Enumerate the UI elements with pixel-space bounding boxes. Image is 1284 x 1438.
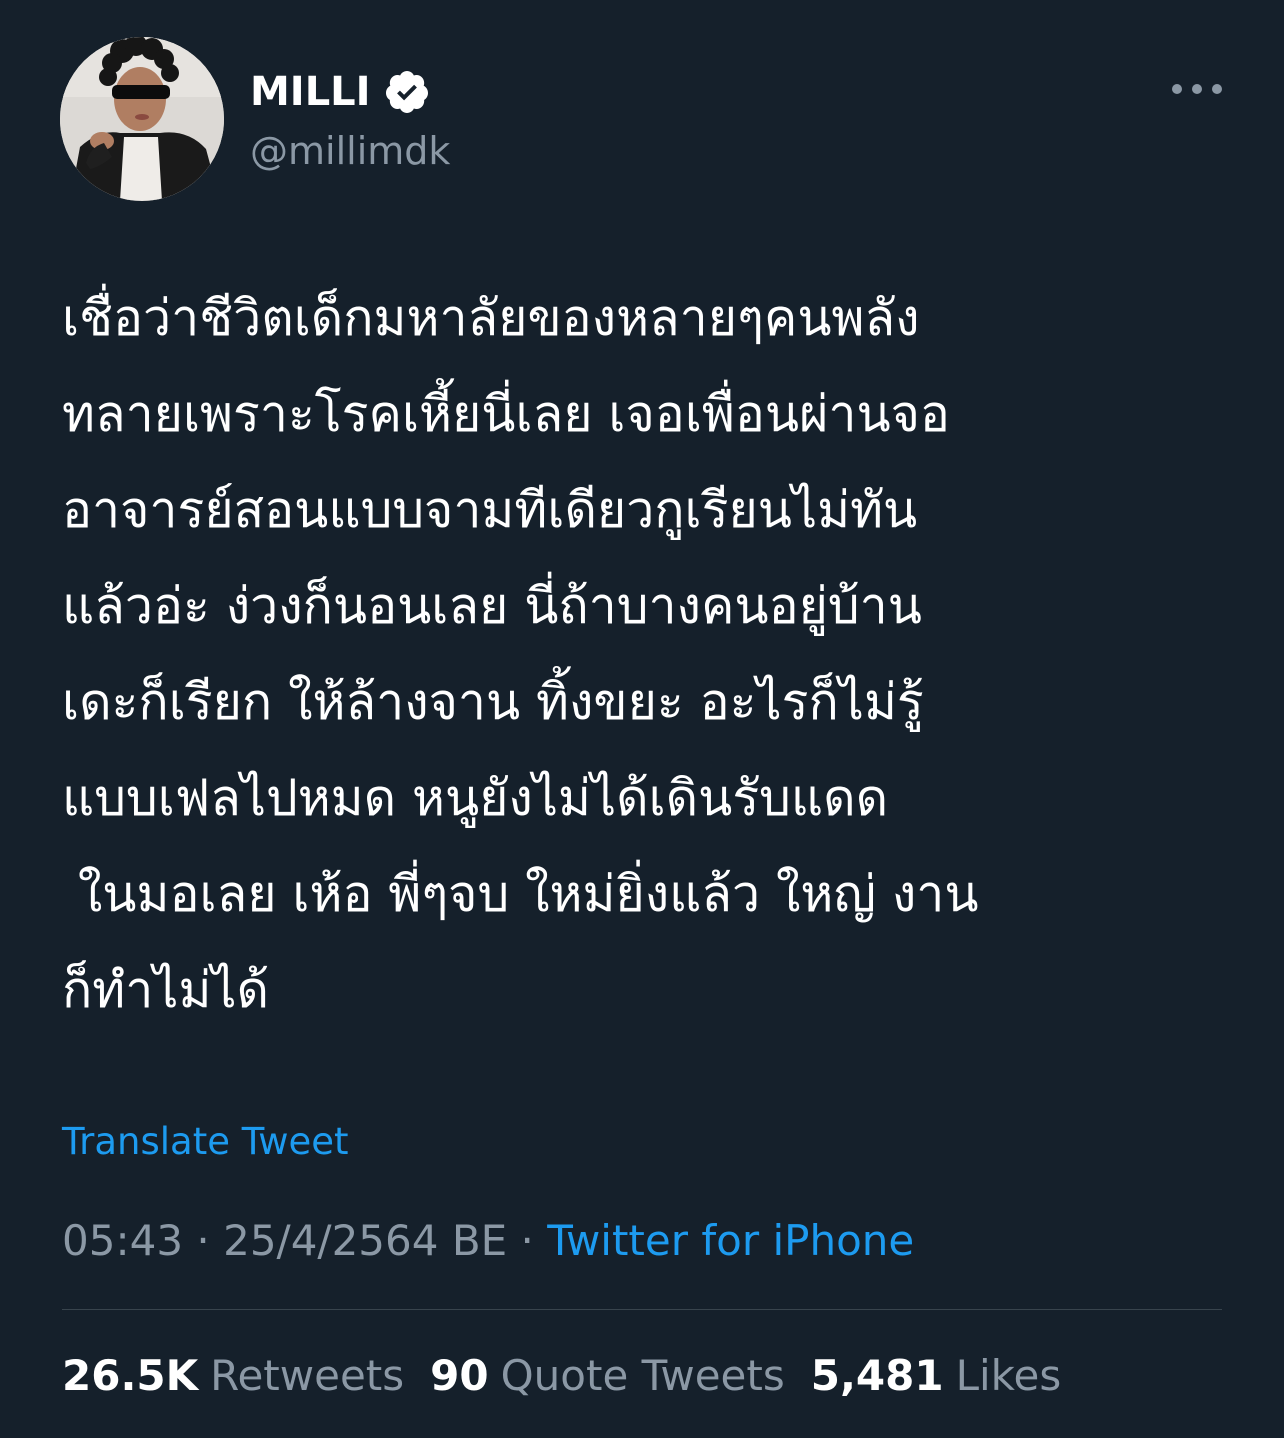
likes-stat[interactable]: 5,481 Likes (811, 1349, 1061, 1403)
verified-badge-icon (385, 71, 428, 113)
tweet-line: เดะก็เรียก ให้ล้างจาน ทิ้งขยะ อะไรก็ไม่ร… (62, 673, 924, 731)
tweet-line: อาจารย์สอนแบบจามทีเดียวกูเรียนไม่ทัน (62, 481, 918, 539)
tweet-line: ในมอเลย เห้อ พี่ๆจบ ใหม่ยิ่งแล้ว ใหญ่ งา… (62, 865, 979, 923)
likes-count: 5,481 (810, 1351, 944, 1400)
quote-tweets-label: Quote Tweets (500, 1351, 785, 1400)
tweet-source-link[interactable]: Twitter for iPhone (547, 1216, 914, 1265)
more-horizontal-icon-dot-1 (1172, 84, 1182, 94)
avatar[interactable] (60, 37, 224, 201)
meta-separator: · (520, 1216, 548, 1265)
tweet-line: ก็ทำไม่ได้ (62, 961, 270, 1019)
tweet-stats: 26.5K Retweets 90 Quote Tweets 5,481 Likes (62, 1349, 1087, 1403)
retweets-label: Retweets (210, 1351, 405, 1400)
quote-tweets-count: 90 (430, 1351, 489, 1400)
tweet-line: แบบเฟลไปหมด หนูยังไม่ได้เดินรับแดด (62, 769, 889, 827)
tweet-time[interactable]: 05:43 (62, 1216, 183, 1265)
tweet-line: ทลายเพราะโรคเหี้ยนี่เลย เจอเพื่อนผ่านจอ (62, 385, 950, 443)
more-horizontal-icon-dot-3 (1212, 84, 1222, 94)
author-name-row[interactable]: MILLI (250, 66, 431, 118)
tweet-line: เชื่อว่าชีวิตเด็กมหาลัยของหลายๆคนพลัง (62, 289, 920, 347)
tweet-text: เชื่อว่าชีวิตเด็กมหาลัยของหลายๆคนพลัง ทล… (62, 270, 1242, 1038)
display-name[interactable]: MILLI (250, 69, 371, 115)
divider (62, 1309, 1222, 1310)
translate-tweet-link[interactable]: Translate Tweet (62, 1118, 349, 1166)
tweet-meta: 05:43 · 25/4/2564 BE · Twitter for iPhon… (62, 1214, 914, 1268)
retweets-stat[interactable]: 26.5K Retweets (62, 1349, 404, 1403)
avatar-image (60, 37, 224, 201)
retweets-count: 26.5K (62, 1351, 199, 1400)
more-options-button[interactable] (1172, 76, 1222, 102)
likes-label: Likes (955, 1351, 1062, 1400)
tweet-line: แล้วอ่ะ ง่วงก็นอนเลย นี่ถ้าบางคนอยู่บ้าน (62, 577, 922, 635)
meta-separator: · (196, 1216, 224, 1265)
tweet-date[interactable]: 25/4/2564 BE (223, 1216, 507, 1265)
quote-tweets-stat[interactable]: 90 Quote Tweets (430, 1349, 785, 1403)
more-horizontal-icon-dot-2 (1192, 84, 1202, 94)
author-handle[interactable]: @millimdk (250, 126, 450, 176)
